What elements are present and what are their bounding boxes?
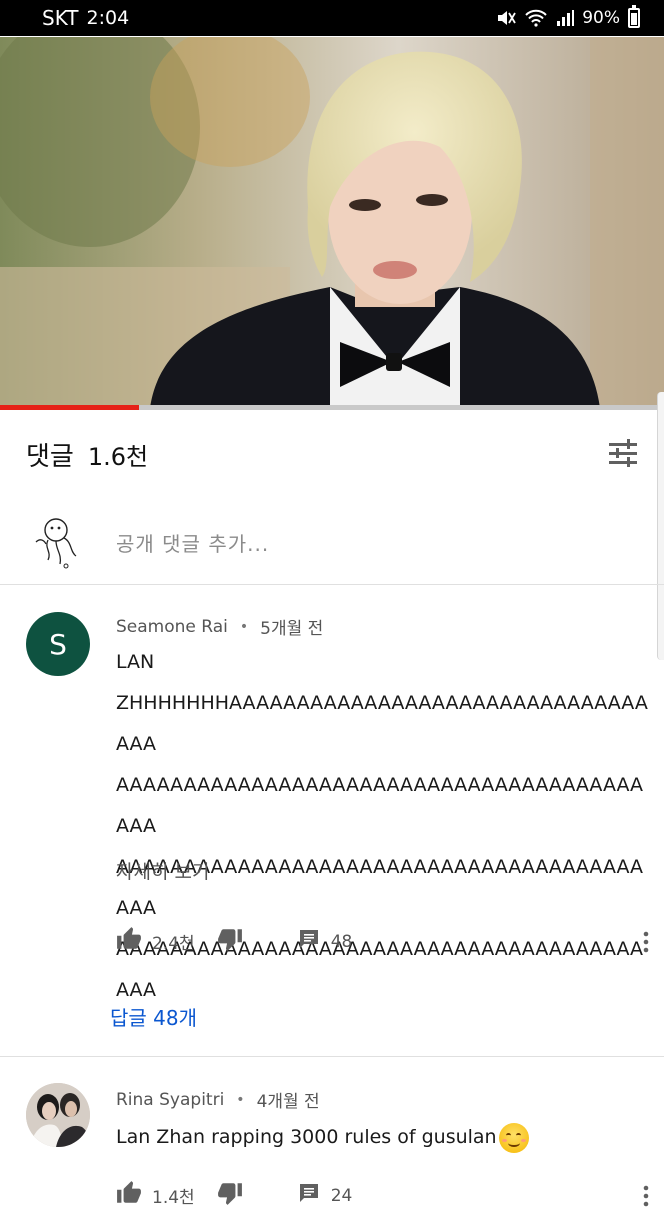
status-bar: SKT 2:04 90% (0, 0, 664, 36)
comments-header: 댓글 1.6천 (0, 418, 664, 490)
comment-text-line: AAAAAAAAAAAAAAAAAAAAAAAAAAAAAAAAAAAAAAAA… (116, 774, 643, 837)
thumbs-down-icon (217, 926, 243, 957)
commenter-avatar[interactable]: S (26, 612, 90, 676)
read-more-link[interactable]: 자세히 보기 (116, 857, 209, 884)
video-progress-bar[interactable] (0, 405, 664, 410)
avatar-photo (26, 1083, 90, 1147)
divider (0, 584, 664, 585)
mute-icon (496, 9, 516, 27)
signal-icon (556, 9, 575, 27)
comment-actions: 2.4천 48 (116, 926, 656, 957)
dislike-button[interactable] (217, 926, 243, 957)
divider (0, 1056, 664, 1057)
separator-dot: • (236, 1091, 245, 1108)
more-vertical-icon[interactable] (636, 1185, 656, 1207)
thumbs-up-icon (116, 1180, 142, 1211)
like-count: 2.4천 (152, 934, 195, 954)
carrier-label: SKT (42, 6, 79, 30)
view-replies-link[interactable]: 답글 48개 (110, 1002, 197, 1031)
like-count: 1.4천 (152, 1188, 195, 1208)
video-player[interactable] (0, 37, 664, 408)
comments-title: 댓글 (26, 441, 74, 472)
comments-count: 1.6천 (87, 442, 149, 471)
user-avatar (26, 512, 82, 572)
dislike-button[interactable] (217, 1180, 243, 1211)
battery-percent: 90% (582, 8, 620, 28)
more-vertical-icon[interactable] (636, 931, 656, 953)
separator-dot: • (239, 618, 249, 635)
add-comment-row[interactable]: 공개 댓글 추가... (0, 504, 664, 580)
smiling-face-icon (498, 1122, 529, 1153)
thumbs-down-icon (217, 1180, 243, 1211)
comment-author[interactable]: Seamone Rai (116, 617, 228, 637)
comment-age: 4개월 전 (256, 1092, 320, 1112)
reply-comment-icon (297, 927, 321, 956)
like-button[interactable]: 2.4천 (116, 926, 195, 957)
video-frame (0, 37, 664, 408)
reply-count: 24 (330, 1185, 353, 1206)
reply-button[interactable]: 48 (297, 927, 353, 956)
comment-text-line: LAN (116, 651, 155, 673)
thumbs-up-icon (116, 926, 142, 957)
comment-author[interactable]: Rina Syapitri (116, 1090, 224, 1110)
avatar-letter: S (49, 627, 67, 661)
reply-button[interactable]: 24 (297, 1181, 353, 1210)
comment-meta: Rina Syapitri • 4개월 전 (116, 1087, 320, 1113)
comment-age: 5개월 전 (260, 619, 324, 639)
reply-count: 48 (330, 931, 353, 952)
add-comment-input[interactable]: 공개 댓글 추가... (116, 528, 269, 557)
comment-text: Lan Zhan rapping 3000 rules of gusulan (116, 1117, 656, 1158)
like-button[interactable]: 1.4천 (116, 1180, 195, 1211)
reply-comment-icon (297, 1181, 321, 1210)
sort-filter-icon[interactable] (606, 437, 640, 471)
comment-text-line: Lan Zhan rapping 3000 rules of gusulan (116, 1126, 497, 1148)
clock: 2:04 (86, 7, 130, 29)
comment-meta: Seamone Rai • 5개월 전 (116, 614, 324, 640)
comment-actions: 1.4천 24 (116, 1180, 656, 1211)
commenter-avatar[interactable] (26, 1083, 90, 1147)
battery-icon (628, 5, 640, 28)
video-progress-fill (0, 405, 140, 410)
wifi-icon (524, 9, 548, 27)
comment-text-line: ZHHHHHHHAAAAAAAAAAAAAAAAAAAAAAAAAAAAAAAA… (116, 692, 648, 755)
